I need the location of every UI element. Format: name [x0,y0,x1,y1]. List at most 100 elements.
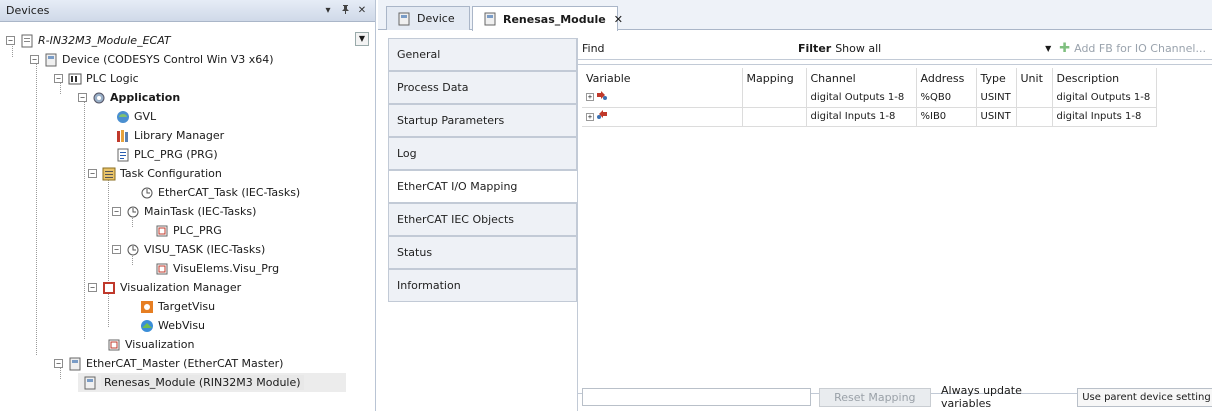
unit-cell [1016,88,1053,108]
tree-item-label: Visualization [125,338,195,351]
tab-status[interactable]: Status [388,236,577,269]
filter-label: Filter [798,42,832,55]
tree-item-label: R-IN32M3_Module_ECAT [38,34,171,47]
visu-manager-icon [101,280,116,295]
tree-item-label: Renesas_Module (RIN32M3 Module) [101,375,304,390]
column-header[interactable]: Description [1052,68,1157,88]
tree-item-plc-prg-call[interactable]: PLC_PRG [150,221,222,240]
expand-toggle[interactable]: + [586,112,594,121]
column-header[interactable]: Address [916,68,977,88]
tree-item-visu-task[interactable]: − VISU_TASK (IEC-Tasks) [112,240,266,259]
collapse-toggle[interactable]: − [6,36,15,45]
tree-item-project[interactable]: − R-IN32M3_Module_ECAT [6,31,171,50]
collapse-toggle[interactable]: − [30,55,39,64]
variable-cell[interactable]: + [582,88,743,108]
tab-renesas-module[interactable]: Renesas_Module ✕ [472,6,623,31]
tree-item-device[interactable]: − Device (CODESYS Control Win V3 x64) [30,50,274,69]
update-setting-select[interactable]: Use parent device setting [1077,387,1212,407]
pin-icon[interactable] [338,4,352,17]
table-row[interactable]: + digital Outputs 1-8 %QB0 USINT digital… [582,88,1212,108]
find-input[interactable]: Find [578,42,794,55]
description-cell: digital Outputs 1-8 [1052,88,1157,108]
tree-item-gvl[interactable]: GVL [102,107,156,126]
tree-item-visualization[interactable]: Visualization [102,335,194,354]
io-mapping-panel: Find Filter Show all ▼ ✚ Add FB for IO C… [577,38,1212,411]
column-header[interactable]: Type [976,68,1017,88]
tree-item-task-configuration[interactable]: − Task Configuration [88,164,222,183]
column-header[interactable]: Unit [1016,68,1053,88]
tree-item-ethercat-task[interactable]: EtherCAT_Task (IEC-Tasks) [126,183,300,202]
visualization-icon [106,337,121,352]
tree-item-label: WebVisu [158,319,206,332]
devices-panel: Devices ▾ ✕ ▼ − R-IN32M3_Module_ECAT − D… [0,0,376,411]
table-row[interactable]: + digital Inputs 1-8 %IB0 USINT digital … [582,107,1212,127]
tree-item-maintask[interactable]: − MainTask (IEC-Tasks) [112,202,257,221]
reset-mapping-button[interactable]: Reset Mapping [818,387,932,407]
tab-startup-parameters[interactable]: Startup Parameters [388,104,577,137]
tree-item-label: PLC_PRG (PRG) [134,148,218,161]
collapse-toggle[interactable]: − [112,245,121,254]
collapse-toggle[interactable]: − [54,359,63,368]
tab-label: Renesas_Module [503,12,606,26]
tree-item-label: PLC_PRG [173,224,222,237]
input-channel-icon [596,110,608,123]
chevron-down-icon[interactable]: ▼ [1041,44,1055,53]
column-header[interactable]: Channel [806,68,917,88]
variable-cell[interactable]: + [582,107,743,127]
tree-item-label: VISU_TASK (IEC-Tasks) [144,243,266,256]
project-icon [19,33,34,48]
tab-ethercat-iec-objects[interactable]: EtherCAT IEC Objects [388,203,577,236]
column-header[interactable]: Variable [582,68,743,88]
tree-item-targetvisu[interactable]: TargetVisu [126,297,215,316]
tree-item-label: Task Configuration [120,167,222,180]
document-tabs: Device Renesas_Module ✕ [378,0,1212,31]
tree-item-library-manager[interactable]: Library Manager [102,126,224,145]
collapse-toggle[interactable]: − [112,207,121,216]
expand-toggle[interactable]: + [586,93,594,102]
type-cell: USINT [976,88,1017,108]
panel-menu-button[interactable]: ▾ [321,5,335,16]
tree-item-ethercat-master[interactable]: − EtherCAT_Master (EtherCAT Master) [54,354,283,373]
address-cell: %QB0 [916,88,977,108]
tab-information[interactable]: Information [388,269,577,302]
collapse-toggle[interactable]: − [54,74,63,83]
collapse-toggle[interactable]: − [88,169,97,178]
devices-title: Devices [6,4,50,17]
description-cell: digital Inputs 1-8 [1052,107,1157,127]
tree-item-label: Visualization Manager [120,281,242,294]
find-filter-bar: Find Filter Show all ▼ ✚ Add FB for IO C… [578,38,1212,60]
tree-item-label: MainTask (IEC-Tasks) [144,205,257,218]
tree-item-label: Library Manager [134,129,225,142]
column-header[interactable]: Mapping [742,68,807,88]
tree-item-visu-prg[interactable]: VisuElems.Visu_Prg [150,259,279,278]
tree-item-application[interactable]: − Application [78,88,180,107]
close-icon[interactable]: ✕ [355,5,369,16]
collapse-toggle[interactable]: − [78,93,87,102]
collapse-toggle[interactable]: − [88,283,97,292]
tab-general[interactable]: General [388,38,577,71]
tab-label: Device [417,12,455,25]
tree-item-webvisu[interactable]: WebVisu [126,316,205,335]
channel-cell: digital Inputs 1-8 [806,107,917,127]
tab-process-data[interactable]: Process Data [388,71,577,104]
tree-item-visualization-manager[interactable]: − Visualization Manager [88,278,242,297]
tree-item-label: EtherCAT_Master (EtherCAT Master) [86,357,284,370]
tab-log[interactable]: Log [388,137,577,170]
tab-ethercat-io-mapping[interactable]: EtherCAT I/O Mapping [388,170,578,203]
tab-device[interactable]: Device [386,6,470,30]
add-icon: ✚ [1059,41,1071,56]
close-icon[interactable]: ✕ [614,13,623,26]
device-icon [67,356,82,371]
tree-item-label: Device (CODESYS Control Win V3 x64) [62,53,274,66]
filter-select[interactable]: Show all [831,42,1041,55]
add-fb-button[interactable]: ✚ Add FB for IO Channel... [1055,41,1206,56]
devices-header: Devices ▾ ✕ [0,0,375,22]
mapping-input[interactable] [582,388,811,406]
program-call-icon [154,223,169,238]
task-config-icon [101,166,116,181]
tree-item-label: PLC Logic [86,72,139,85]
tree-item-plc-logic[interactable]: − PLC Logic [54,69,139,88]
tree-item-label: VisuElems.Visu_Prg [173,262,280,275]
tree-item-renesas-module[interactable]: Renesas_Module (RIN32M3 Module) [78,373,346,392]
tree-item-plc-prg[interactable]: PLC_PRG (PRG) [102,145,218,164]
